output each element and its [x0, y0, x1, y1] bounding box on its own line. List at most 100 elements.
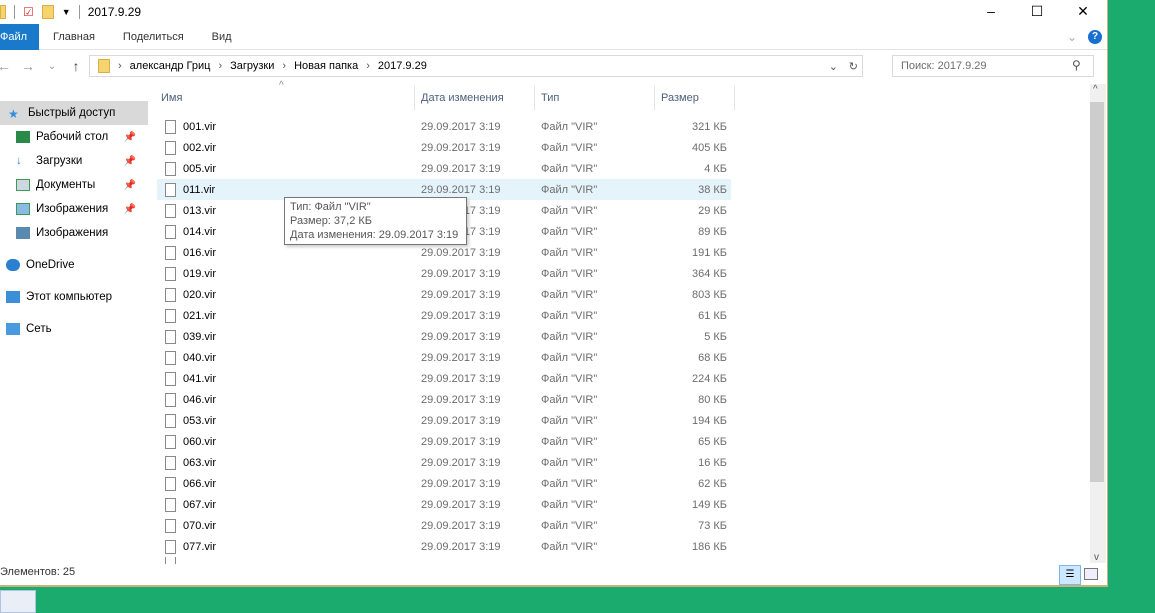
file-row[interactable]: 077.vir 29.09.2017 3:19 Файл "VIR" 186 К…: [157, 536, 731, 557]
tab-file[interactable]: Файл: [0, 23, 40, 50]
sidebar-item-label: Рабочий стол: [36, 131, 109, 143]
chevron-right-icon[interactable]: ›: [118, 60, 122, 72]
expand-ribbon-icon[interactable]: ⌄: [1067, 30, 1077, 44]
sidebar-item-onedrive[interactable]: OneDrive: [0, 253, 148, 277]
breadcrumb-item[interactable]: 2017.9.29: [378, 60, 427, 72]
address-dropdown-icon[interactable]: ⌄: [829, 60, 838, 73]
file-type: Файл "VIR": [541, 498, 598, 511]
file-row[interactable]: 016.vir 29.09.2017 3:19 Файл "VIR" 191 К…: [157, 242, 731, 263]
up-icon[interactable]: ↑: [66, 58, 86, 74]
sidebar-item-pictures-2[interactable]: Изображения: [0, 221, 148, 245]
file-size: 191 КБ: [691, 246, 727, 259]
file-type: Файл "VIR": [541, 435, 598, 448]
tab-home[interactable]: Главная: [39, 24, 109, 50]
file-size: 149 КБ: [691, 498, 727, 511]
file-size: 68 КБ: [698, 351, 727, 364]
scroll-down-icon[interactable]: v: [1094, 552, 1099, 563]
column-header-type[interactable]: Тип: [535, 86, 655, 110]
file-date: 29.09.2017 3:19: [421, 267, 501, 280]
file-row[interactable]: 053.vir 29.09.2017 3:19 Файл "VIR" 194 К…: [157, 410, 731, 431]
file-row[interactable]: 040.vir 29.09.2017 3:19 Файл "VIR" 68 КБ: [157, 347, 731, 368]
breadcrumb-item[interactable]: Загрузки: [230, 60, 274, 72]
minimize-button[interactable]: –: [968, 0, 1014, 22]
pin-icon[interactable]: 📌: [124, 180, 136, 191]
close-button[interactable]: ✕: [1060, 0, 1106, 22]
file-type: Файл "VIR": [541, 225, 598, 238]
vertical-scrollbar[interactable]: ^ v: [1090, 84, 1106, 563]
file-date: 29.09.2017 3:19: [421, 162, 501, 175]
sidebar-item-documents[interactable]: Документы 📌: [0, 173, 148, 197]
help-icon[interactable]: ?: [1088, 29, 1102, 44]
file-row[interactable]: 002.vir 29.09.2017 3:19 Файл "VIR" 405 К…: [157, 137, 731, 158]
large-icons-view-button[interactable]: [1084, 568, 1098, 580]
scroll-up-icon[interactable]: ^: [1093, 84, 1098, 95]
sidebar-item-this-pc[interactable]: Этот компьютер: [0, 285, 148, 309]
sidebar-item-downloads[interactable]: ↓ Загрузки 📌: [0, 149, 148, 173]
file-row[interactable]: 070.vir 29.09.2017 3:19 Файл "VIR" 73 КБ: [157, 515, 731, 536]
recent-locations-icon[interactable]: ⌄: [42, 61, 62, 72]
file-row[interactable]: 005.vir 29.09.2017 3:19 Файл "VIR" 4 КБ: [157, 158, 731, 179]
file-size: 803 КБ: [691, 288, 727, 301]
file-date: 29.09.2017 3:19: [421, 309, 501, 322]
chevron-right-icon[interactable]: ›: [218, 60, 222, 72]
file-size: 65 КБ: [698, 435, 727, 448]
file-type: Файл "VIR": [541, 120, 598, 133]
back-icon[interactable]: ←: [0, 58, 14, 74]
sidebar-item-desktop[interactable]: Рабочий стол 📌: [0, 125, 148, 149]
file-row[interactable]: 020.vir 29.09.2017 3:19 Файл "VIR" 803 К…: [157, 284, 731, 305]
maximize-button[interactable]: ☐: [1014, 0, 1060, 22]
file-row[interactable]: 001.vir 29.09.2017 3:19 Файл "VIR" 321 К…: [157, 116, 731, 137]
title-bar: ☑ ▼ 2017.9.29 – ☐ ✕: [0, 0, 1107, 24]
file-icon: [165, 392, 176, 407]
file-row[interactable]: 046.vir 29.09.2017 3:19 Файл "VIR" 80 КБ: [157, 389, 731, 410]
customize-toolbar-icon[interactable]: ▼: [62, 7, 71, 17]
file-size: 364 КБ: [691, 267, 727, 280]
file-name: 046.vir: [183, 393, 217, 406]
file-name: 053.vir: [183, 414, 217, 427]
column-header-date[interactable]: Дата изменения: [415, 86, 535, 110]
sidebar-item-label: Сеть: [26, 323, 52, 335]
search-icon[interactable]: ⚲: [1072, 58, 1081, 72]
properties-icon[interactable]: ☑: [23, 5, 34, 19]
file-row[interactable]: 063.vir 29.09.2017 3:19 Файл "VIR" 16 КБ: [157, 452, 731, 473]
forward-icon[interactable]: →: [18, 58, 38, 74]
file-size: 405 КБ: [691, 141, 727, 154]
file-size: 73 КБ: [698, 519, 727, 532]
file-date: 29.09.2017 3:19: [421, 435, 501, 448]
sidebar-item-network[interactable]: Сеть: [0, 317, 148, 341]
sidebar-item-quick-access[interactable]: ★ Быстрый доступ: [0, 101, 148, 125]
pin-icon[interactable]: 📌: [124, 132, 136, 143]
desktop-icon[interactable]: [0, 590, 36, 613]
address-box[interactable]: › александр Гриц › Загрузки › Новая папк…: [89, 55, 863, 77]
file-row[interactable]: 021.vir 29.09.2017 3:19 Файл "VIR" 61 КБ: [157, 305, 731, 326]
file-row[interactable]: 039.vir 29.09.2017 3:19 Файл "VIR" 5 КБ: [157, 326, 731, 347]
file-row[interactable]: 067.vir 29.09.2017 3:19 Файл "VIR" 149 К…: [157, 494, 731, 515]
search-input[interactable]: Поиск: 2017.9.29: [892, 55, 1094, 77]
computer-icon: [6, 291, 20, 303]
file-row[interactable]: 019.vir 29.09.2017 3:19 Файл "VIR" 364 К…: [157, 263, 731, 284]
pin-icon[interactable]: 📌: [124, 156, 136, 167]
chevron-right-icon[interactable]: ›: [366, 60, 370, 72]
tab-view[interactable]: Вид: [198, 24, 246, 50]
cloud-icon: [6, 259, 20, 271]
sidebar-item-label: Документы: [36, 179, 96, 191]
desktop-icon: [16, 131, 30, 143]
file-type: Файл "VIR": [541, 477, 598, 490]
file-icon: [165, 455, 176, 470]
details-view-button[interactable]: ☰: [1059, 565, 1081, 585]
column-header-name[interactable]: Имя: [155, 86, 415, 110]
breadcrumb-item[interactable]: Новая папка: [294, 60, 358, 72]
new-folder-icon[interactable]: [41, 5, 54, 19]
file-size: 5 КБ: [704, 330, 727, 343]
breadcrumb-item[interactable]: александр Гриц: [130, 60, 211, 72]
sidebar-item-pictures[interactable]: Изображения 📌: [0, 197, 148, 221]
scrollbar-thumb[interactable]: [1090, 102, 1104, 482]
chevron-right-icon[interactable]: ›: [282, 60, 286, 72]
tab-share[interactable]: Поделиться: [109, 24, 198, 50]
file-row[interactable]: 066.vir 29.09.2017 3:19 Файл "VIR" 62 КБ: [157, 473, 731, 494]
refresh-icon[interactable]: ↻: [849, 60, 858, 73]
file-row[interactable]: 060.vir 29.09.2017 3:19 Файл "VIR" 65 КБ: [157, 431, 731, 452]
pin-icon[interactable]: 📌: [124, 204, 136, 215]
column-header-size[interactable]: Размер: [655, 86, 735, 110]
file-row[interactable]: 041.vir 29.09.2017 3:19 Файл "VIR" 224 К…: [157, 368, 731, 389]
